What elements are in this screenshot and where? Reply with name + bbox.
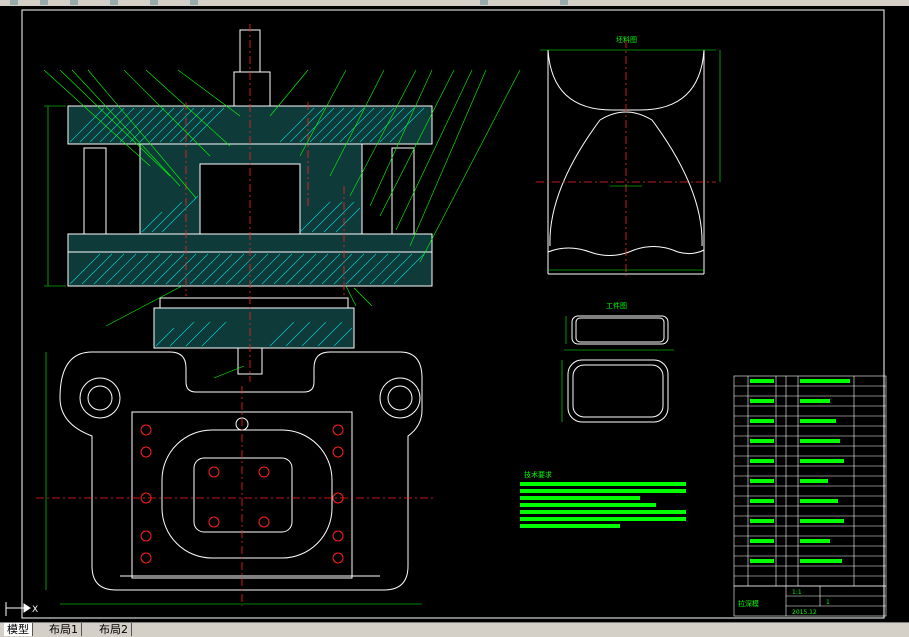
part-dimensions [561,316,674,422]
title-scale: 1:1 [792,589,802,596]
toolbar-icon[interactable] [70,0,78,5]
plan-dimensions [45,352,422,605]
blank-dimensions [540,49,721,271]
toolbar-icon[interactable] [110,0,118,5]
blank-centerlines [536,40,716,276]
toolbar-icon[interactable] [560,0,568,5]
title-date: 2015.12 [792,609,817,616]
drawing-title: 拉深模 [738,599,759,608]
part-view-label: 工件图 [606,301,627,310]
plan-centerlines [36,386,436,606]
part-view [567,315,669,423]
layout-tabs-bar: 模型 布局1 布局2 [0,622,909,637]
toolbar-icon[interactable] [10,0,18,5]
cad-drawing: 坯料图 工件图 技术要求 拉深模 1:1 1 2015.12 X [5,9,887,619]
ucs-x-label: X [32,605,38,615]
tab-model[interactable]: 模型 [4,623,33,636]
tab-layout1[interactable]: 布局1 [46,623,82,636]
height-dimension [44,105,66,287]
drawing-frame [21,9,885,619]
toolbar-icon[interactable] [190,0,198,5]
title-sheet: 1 [826,599,830,606]
toolbar-icon[interactable] [480,0,488,5]
model-space-canvas[interactable]: 坯料图 工件图 技术要求 拉深模 1:1 1 2015.12 X [0,6,909,622]
blank-view-label: 坯料图 [616,35,637,44]
plan-view [59,351,423,591]
tab-layout2[interactable]: 布局2 [96,623,132,636]
ucs-icon [5,602,31,616]
toolbar-icon[interactable] [40,0,48,5]
bom-entries [750,379,850,563]
toolbar-icon[interactable] [150,0,158,5]
tech-requirements-title: 技术要求 [524,470,552,479]
tech-requirements [520,482,686,528]
